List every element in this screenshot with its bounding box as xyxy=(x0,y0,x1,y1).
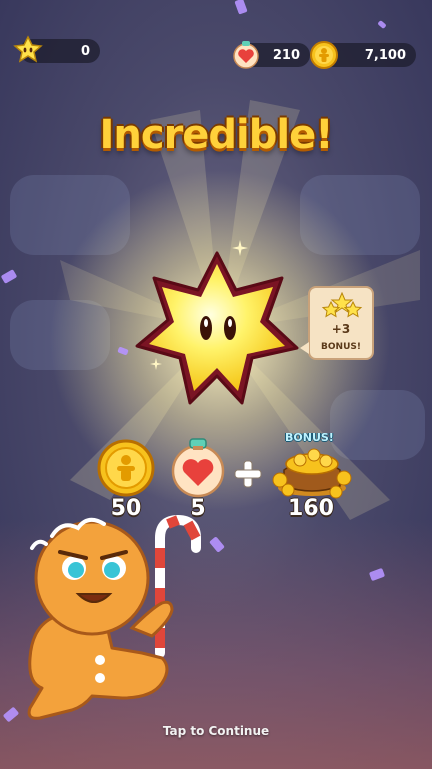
sparkle-icon xyxy=(232,240,248,256)
bonus-star-count: +3 xyxy=(331,322,351,336)
coin-icon xyxy=(310,41,338,69)
result-title: Incredible! xyxy=(99,112,334,158)
mini-stars-icon xyxy=(321,292,363,318)
bonus-bubble: +3 BONUS! xyxy=(308,286,374,360)
star-icon xyxy=(13,35,43,63)
big-star-icon xyxy=(135,251,299,405)
bubble-tail xyxy=(300,342,309,354)
tap-to-continue[interactable]: Tap to Continue xyxy=(0,724,432,738)
heart-potion-icon xyxy=(233,41,259,69)
coin-pile-icon xyxy=(272,448,352,499)
coin-pile-reward-value: 160 xyxy=(288,496,334,521)
plus-icon xyxy=(234,460,262,488)
heart-count: 210 xyxy=(272,47,300,63)
bonus-bubble-label: BONUS! xyxy=(321,342,361,352)
sparkle-icon xyxy=(150,358,162,370)
heart-potion-reward-icon xyxy=(171,438,225,498)
gingerbread-cookie-character xyxy=(27,514,201,720)
star-count: 0 xyxy=(80,43,90,59)
coin-count: 7,100 xyxy=(364,47,406,63)
coin-reward-icon xyxy=(97,439,155,497)
